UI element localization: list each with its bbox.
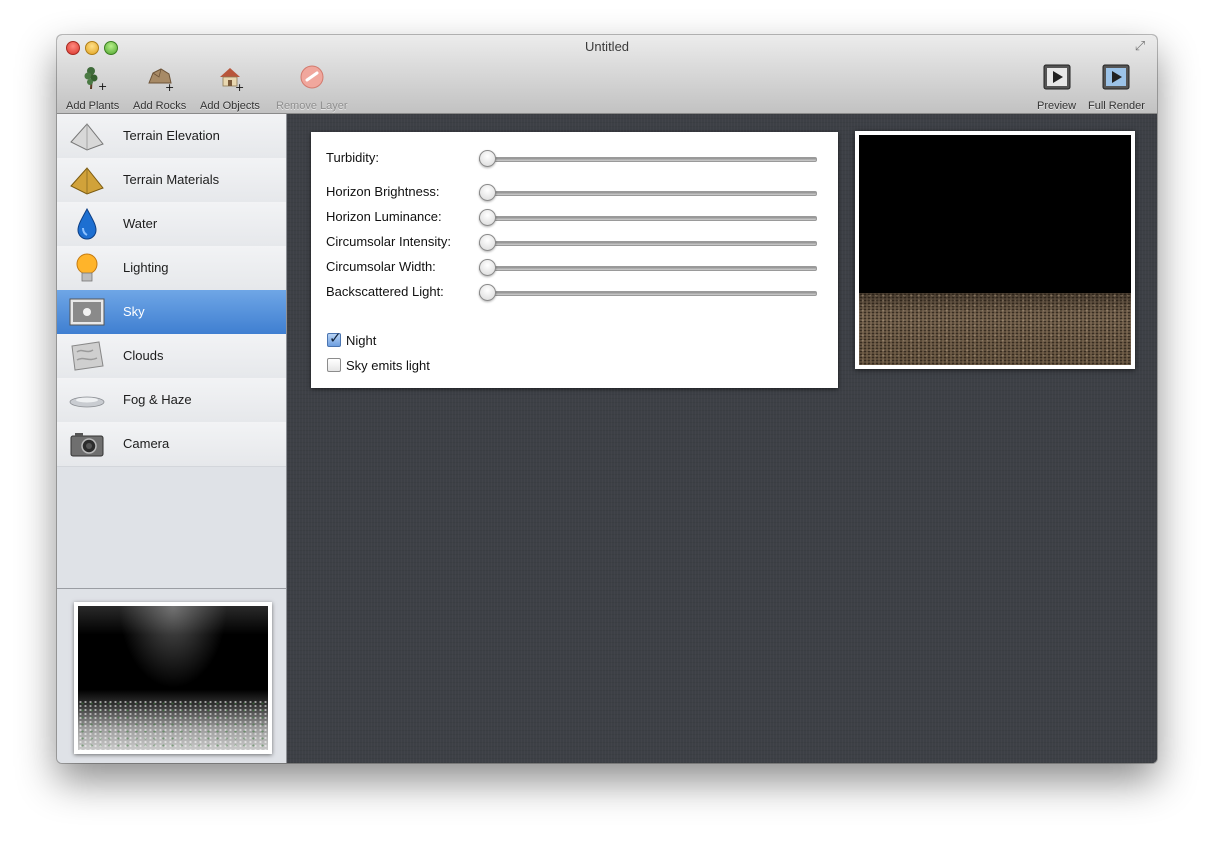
slider-knob[interactable] <box>479 184 496 201</box>
house-icon: + <box>216 63 244 94</box>
scene-thumbnail[interactable] <box>74 602 272 754</box>
sky-preview-image <box>855 131 1135 369</box>
preview-label: Preview <box>1037 100 1077 112</box>
slider-track <box>479 266 817 271</box>
horizon-luminance-label: Horizon Luminance: <box>326 209 442 224</box>
terrain-elevation-icon <box>69 120 105 152</box>
add-rocks-label: Add Rocks <box>133 100 187 112</box>
backscattered-light-label: Backscattered Light: <box>326 284 444 299</box>
app-window: Untitled ⤢ + Add Plants + Add Rocks + Ad… <box>57 35 1157 763</box>
sidebar-item-label: Terrain Materials <box>123 172 220 187</box>
add-objects-label: Add Objects <box>200 100 260 112</box>
preview-render-icon <box>1043 63 1071 91</box>
sidebar-item-label: Terrain Elevation <box>123 128 220 143</box>
rock-icon: + <box>146 63 174 94</box>
checkbox-box[interactable] <box>327 358 341 372</box>
title-toolbar: Untitled ⤢ + Add Plants + Add Rocks + Ad… <box>57 35 1157 114</box>
svg-text:+: + <box>98 80 107 91</box>
sky-icon <box>69 296 105 328</box>
remove-layer-button[interactable]: Remove Layer <box>276 63 348 112</box>
checkbox-box[interactable]: ✓ <box>327 330 342 347</box>
add-objects-button[interactable]: + Add Objects <box>200 63 260 112</box>
remove-layer-label: Remove Layer <box>276 100 348 112</box>
sidebar-item-water[interactable]: Water <box>57 202 286 247</box>
sidebar-item-lighting[interactable]: Lighting <box>57 246 286 291</box>
add-rocks-button[interactable]: + Add Rocks <box>133 63 186 112</box>
sidebar-item-label: Water <box>123 216 158 231</box>
circumsolar-width-slider[interactable] <box>479 259 817 276</box>
full-render-button[interactable]: Full Render <box>1088 63 1145 112</box>
horizon-brightness-slider[interactable] <box>479 184 817 201</box>
camera-icon <box>69 428 105 460</box>
sidebar-item-sky[interactable]: Sky <box>57 290 286 335</box>
full-render-icon <box>1102 63 1130 91</box>
slider-knob[interactable] <box>479 234 496 251</box>
slider-track <box>479 157 817 162</box>
slider-track <box>479 216 817 221</box>
turbidity-slider[interactable] <box>479 150 817 167</box>
slider-knob[interactable] <box>479 259 496 276</box>
sidebar-item-camera[interactable]: Camera <box>57 422 286 467</box>
sky-emits-light-checkbox[interactable]: Sky emits light <box>327 358 430 373</box>
checkmark-icon: ✓ <box>329 330 342 347</box>
sidebar-item-terrain-materials[interactable]: Terrain Materials <box>57 158 286 203</box>
sidebar-item-terrain-elevation[interactable]: Terrain Elevation <box>57 114 286 159</box>
preview-ground <box>859 293 1131 365</box>
clouds-icon <box>69 340 105 372</box>
sky-settings-panel: Turbidity: Horizon Brightness: Horizon L… <box>311 132 838 388</box>
add-plants-button[interactable]: + Add Plants <box>66 63 119 112</box>
add-plants-label: Add Plants <box>66 100 120 112</box>
slider-track <box>479 241 817 246</box>
water-drop-icon <box>69 207 105 240</box>
sky-emits-light-label: Sky emits light <box>346 358 430 373</box>
svg-text:+: + <box>165 81 174 91</box>
terrain-materials-icon <box>69 164 105 196</box>
slider-track <box>479 191 817 196</box>
svg-text:+: + <box>235 81 244 91</box>
turbidity-label: Turbidity: <box>326 150 379 165</box>
night-label: Night <box>346 333 377 348</box>
sidebar-item-label: Camera <box>123 436 170 451</box>
preview-button[interactable]: Preview <box>1037 63 1076 112</box>
sidebar-item-label: Lighting <box>123 260 169 275</box>
circumsolar-width-label: Circumsolar Width: <box>326 259 436 274</box>
circumsolar-intensity-label: Circumsolar Intensity: <box>326 234 451 249</box>
slider-knob[interactable] <box>479 284 496 301</box>
sidebar-item-label: Fog & Haze <box>123 392 192 407</box>
slider-knob[interactable] <box>479 209 496 226</box>
fullscreen-icon[interactable]: ⤢ <box>1133 39 1147 53</box>
light-bulb-icon <box>69 252 105 284</box>
slider-track <box>479 291 817 296</box>
horizon-brightness-label: Horizon Brightness: <box>326 184 440 199</box>
sidebar-footer <box>57 588 286 763</box>
sidebar-item-fog-haze[interactable]: Fog & Haze <box>57 378 286 423</box>
night-checkbox[interactable]: ✓ Night <box>327 330 377 348</box>
sidebar-item-label: Clouds <box>123 348 164 363</box>
window-title: Untitled <box>584 39 630 54</box>
circumsolar-intensity-slider[interactable] <box>479 234 817 251</box>
backscattered-light-slider[interactable] <box>479 284 817 301</box>
plant-icon: + <box>79 63 107 93</box>
horizon-luminance-slider[interactable] <box>479 209 817 226</box>
fog-icon <box>69 384 105 416</box>
remove-icon <box>298 63 326 91</box>
main-content: Turbidity: Horizon Brightness: Horizon L… <box>287 114 1157 763</box>
sidebar: Terrain Elevation Terrain Materials Wate… <box>57 114 287 763</box>
sidebar-item-clouds[interactable]: Clouds <box>57 334 286 379</box>
sidebar-item-label: Sky <box>123 304 145 319</box>
full-render-label: Full Render <box>1088 100 1145 112</box>
slider-knob[interactable] <box>479 150 496 167</box>
